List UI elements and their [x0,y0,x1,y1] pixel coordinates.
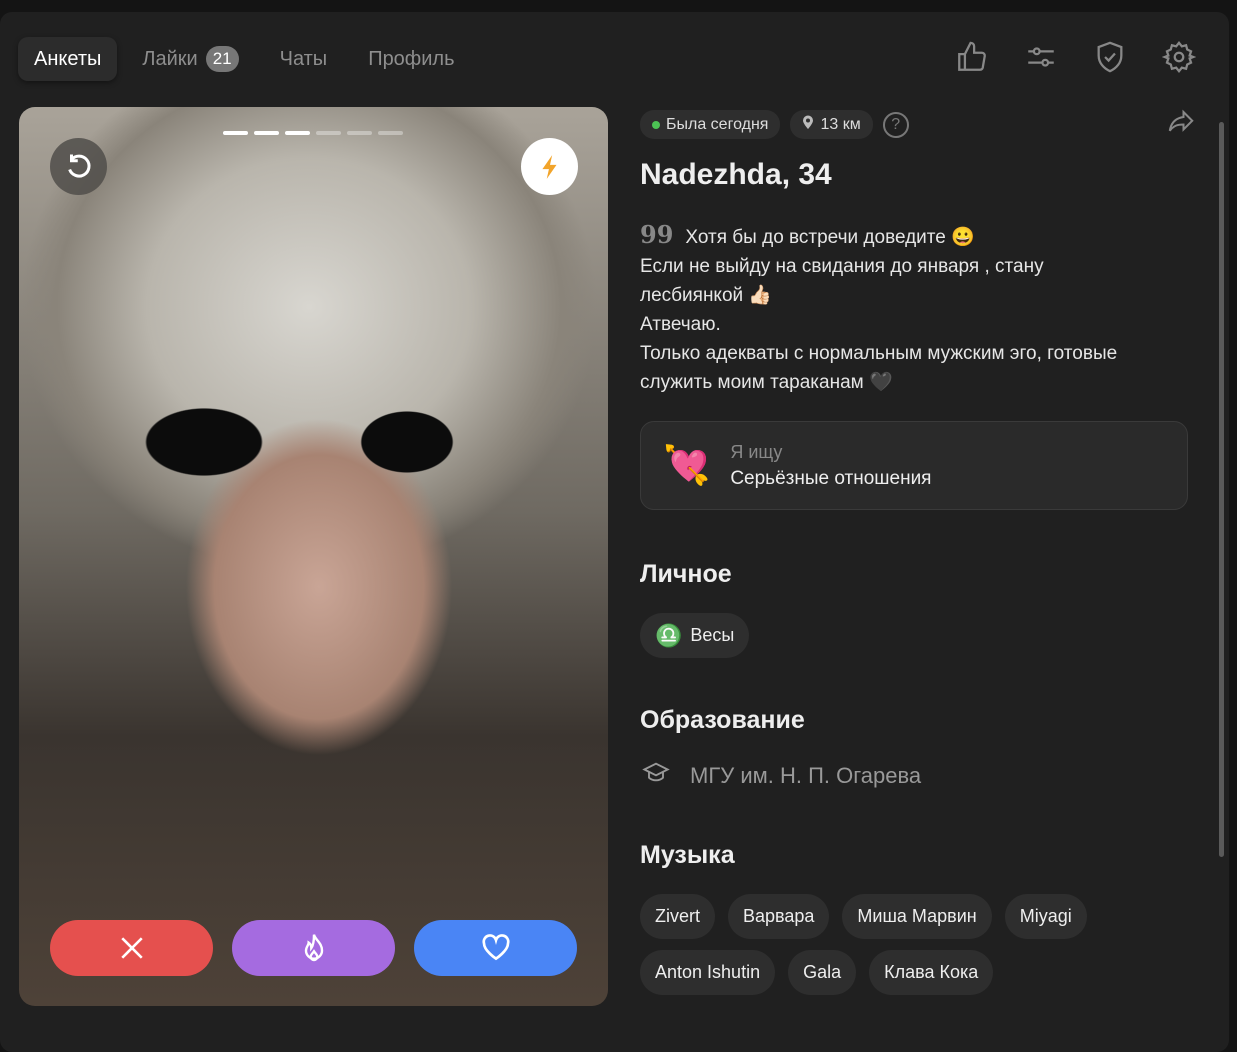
heart-with-arrow-icon: 💘 [663,444,711,487]
filters-icon[interactable] [1024,40,1058,74]
top-nav: Анкеты Лайки 21 Чаты Профиль [18,37,471,81]
settings-gear-icon[interactable] [1161,40,1197,74]
music-artist: Miyagi [1004,894,1087,939]
tab-profile[interactable]: Профиль [352,37,470,81]
music-artist: Варвара [728,894,830,939]
undo-button[interactable] [50,138,107,195]
photo-dot[interactable] [285,131,310,135]
zodiac-pill: ♎ Весы [640,613,750,658]
photo-dot[interactable] [316,131,341,135]
share-icon[interactable] [1164,107,1198,142]
profile-bio: 99 Хотя бы до встречи доведите 😀 Если не … [640,220,1118,393]
graduation-cap-icon [640,759,672,793]
profile-photo[interactable] [19,107,608,1006]
online-status-chip: Была сегодня [640,110,781,139]
music-artist: Клава Кока [869,950,994,995]
personal-heading: Личное [640,560,732,588]
undo-icon [67,154,90,178]
distance-chip: 13 км [790,110,873,139]
photo-dot[interactable] [378,131,403,135]
close-icon [120,937,143,959]
boost-button[interactable] [521,138,578,195]
heart-icon [481,934,510,961]
lightning-icon [541,154,556,179]
tab-chats[interactable]: Чаты [264,37,344,81]
music-heading: Музыка [640,841,735,869]
photo-pagination [223,131,403,135]
photo-dot[interactable] [347,131,372,135]
music-list: Zivert Варвара Миша Марвин Miyagi Anton … [640,894,1120,995]
tab-likes[interactable]: Лайки 21 [126,37,254,81]
music-artist: Anton Ishutin [640,950,776,995]
like-button[interactable] [414,920,577,976]
photo-dot[interactable] [254,131,279,135]
dislike-button[interactable] [50,920,213,976]
likes-count-badge: 21 [205,46,239,72]
profile-name-age: Nadezhda, 34 [640,158,832,191]
thumbs-up-icon[interactable] [955,40,989,74]
help-icon[interactable]: ? [882,111,909,138]
music-artist: Gala [788,950,857,995]
libra-icon: ♎ [655,622,683,648]
superlike-button[interactable] [232,920,395,976]
music-artist: Миша Марвин [842,894,992,939]
music-artist: Zivert [640,894,715,939]
location-pin-icon [802,115,814,134]
seeking-card: 💘 Я ищу Серьёзные отношения [640,421,1188,510]
scrollbar[interactable] [1219,122,1224,857]
online-dot-icon [652,120,660,129]
education-item: МГУ им. Н. П. Огарева [640,759,1188,793]
flame-icon [304,934,323,962]
shield-check-icon[interactable] [1093,40,1127,74]
education-heading: Образование [640,706,805,734]
quote-icon: 99 [640,220,674,249]
photo-dot[interactable] [223,131,248,135]
tab-profiles[interactable]: Анкеты [18,37,118,81]
